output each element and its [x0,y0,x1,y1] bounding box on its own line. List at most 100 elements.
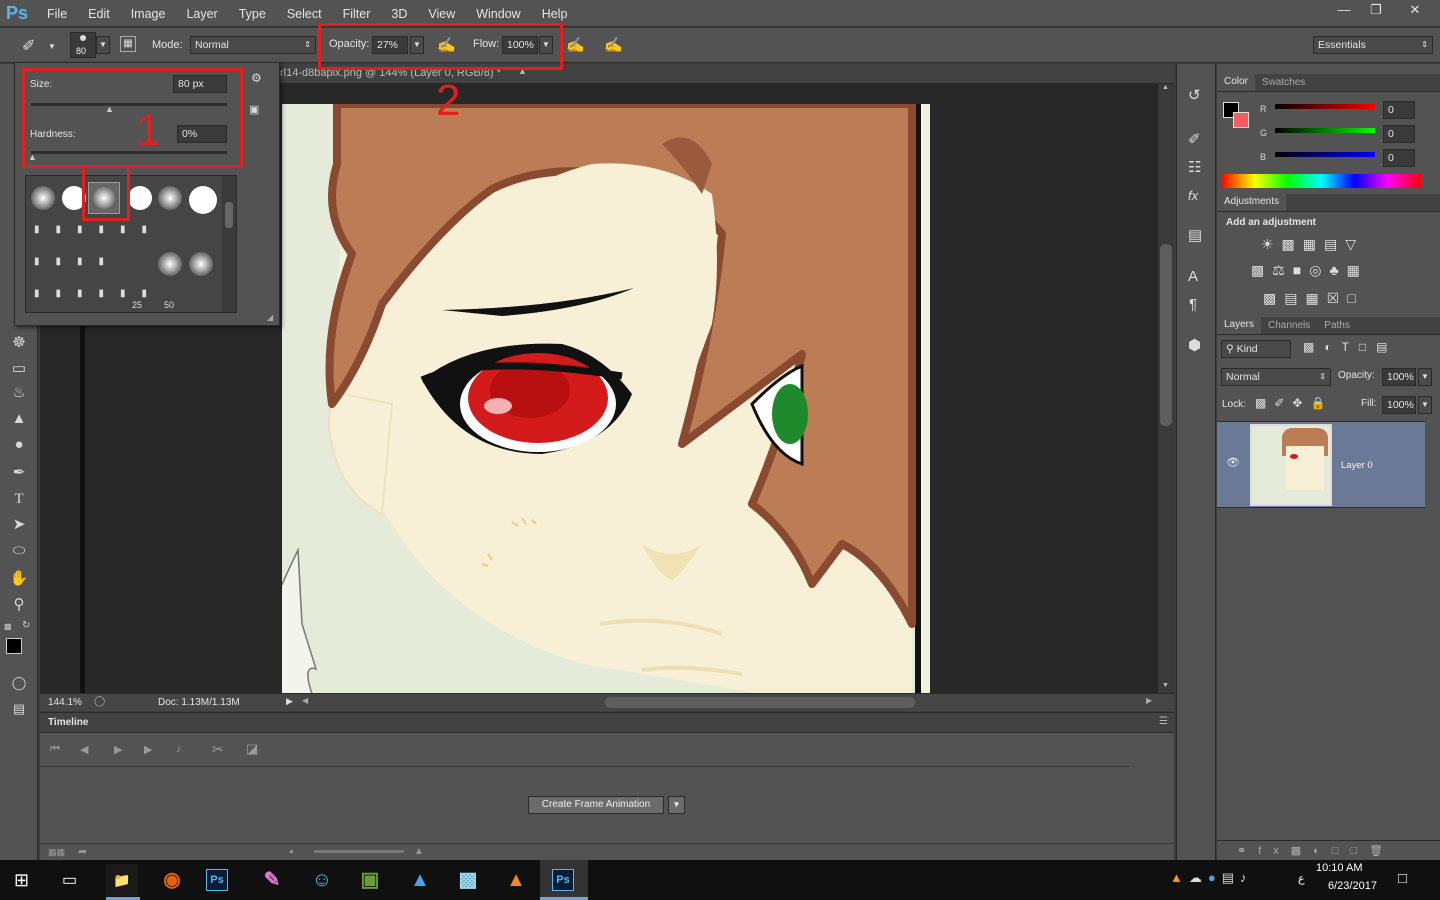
brush-tool-icon[interactable]: ✐ [22,36,35,56]
sharpen-tool-icon[interactable]: ▲ [8,408,30,430]
character-icon[interactable]: A [1188,268,1198,285]
menu-type[interactable]: Type [228,7,276,21]
brush-preset-arrow-icon[interactable]: ▼ [96,36,110,54]
convert-frames-icon[interactable]: ▦▦ [48,847,65,858]
restore-icon[interactable]: ❐ [1360,0,1392,20]
gear-icon[interactable]: ⚙ [251,71,262,85]
color-spectrum-ramp[interactable] [1221,174,1421,188]
brush-preset-picker[interactable]: 80 [70,32,96,58]
pressure-size-icon[interactable]: ✍ [604,36,623,54]
layer-footer-icons[interactable]: ⚭fx▩◐□□🗑 [1237,844,1395,857]
tray-icons[interactable]: ▲☁●▤♪ [1170,870,1253,886]
hard-round-brush-2[interactable] [128,186,152,210]
type-tool-icon[interactable]: T [8,488,30,510]
brush-panel-toggle-icon[interactable]: ▦ [120,36,136,52]
menu-file[interactable]: File [36,7,77,21]
vertical-scroll-thumb[interactable] [1160,244,1172,426]
previous-frame-icon[interactable]: ◀ [80,743,88,756]
zoom-in-timeline-icon[interactable]: ▲ [414,846,424,857]
eraser-tool-icon[interactable]: ▭ [8,358,30,380]
create-frame-animation-button[interactable]: Create Frame Animation [528,796,664,814]
animation-mode-dropdown-icon[interactable]: ▼ [668,796,685,814]
scroll-left-icon[interactable]: ◀ [302,696,308,705]
b-slider[interactable] [1275,152,1375,157]
brush-panel-icon[interactable]: ☷ [1188,158,1201,176]
background-swatch[interactable] [1233,112,1249,128]
task-view-icon[interactable]: ▭ [62,870,77,890]
visibility-eye-icon[interactable]: 👁 [1226,456,1240,469]
channels-tab[interactable]: Channels [1261,320,1317,334]
menu-3d[interactable]: 3D [380,7,417,21]
g-value[interactable]: 0 [1383,125,1415,143]
start-windows-icon[interactable]: ⊞ [14,870,29,891]
transition-icon[interactable]: ◪ [246,741,258,757]
adjustment-icons-row-2[interactable]: ▩⚖■◎♣▦ [1251,262,1368,279]
screen-mode-icon[interactable]: ▤ [8,698,30,720]
zoom-tool-icon[interactable]: ⚲ [8,594,30,616]
notifications-icon[interactable]: □ [1398,870,1407,887]
hand-tool-icon[interactable]: ✋ [8,568,30,590]
media-app-icon[interactable]: ▩ [452,864,484,896]
preset-scroll-thumb[interactable] [225,202,233,228]
lock-icons[interactable]: ▩✐✥🔒 [1255,396,1333,410]
swap-colors-icon[interactable]: ↻ [22,620,30,631]
app-blue-icon[interactable]: ▲ [404,864,436,896]
mode-dropdown[interactable]: Normal ⇕ [190,36,316,54]
layers-tab[interactable]: Layers [1217,317,1262,334]
audio-icon[interactable]: ♪ [176,743,182,755]
menu-window[interactable]: Window [465,7,530,21]
quick-mask-icon[interactable]: ◯ [8,672,30,694]
tool-preset-arrow-icon[interactable]: ▼ [48,42,56,51]
photoshop-active-task[interactable]: Ps [540,860,588,900]
soft-round-brush-2[interactable] [158,186,182,210]
timeline-zoom-slider[interactable] [314,850,404,853]
minecraft-icon[interactable]: ▣ [354,864,386,896]
resize-grip-icon[interactable]: ◢ [267,313,273,322]
vlc-icon[interactable]: ▲ [500,864,532,896]
menu-filter[interactable]: Filter [332,7,381,21]
brush-tip-row-2[interactable]: ▮▮▮▮▮▮ [34,224,163,235]
clock-date[interactable]: 6/23/2017 [1328,880,1377,892]
status-info-icon[interactable]: ◯ [94,696,105,707]
menu-view[interactable]: View [417,7,465,21]
next-frame-icon[interactable]: ▶ [144,743,152,756]
clock-time[interactable]: 10:10 AM [1316,862,1362,874]
paragraph-icon[interactable]: ¶ [1189,296,1197,313]
onion-skin-icon[interactable]: ➦ [78,845,87,858]
fill-arrow-icon[interactable]: ▼ [1418,396,1432,414]
split-scissors-icon[interactable]: ✂ [212,741,224,758]
minimize-icon[interactable]: — [1328,0,1360,20]
layer-row[interactable]: 👁 Layer 0 [1217,421,1425,508]
vertical-scrollbar[interactable]: ▲ ▼ [1158,84,1174,693]
b-value[interactable]: 0 [1383,149,1415,167]
scroll-down-icon[interactable]: ▼ [1162,682,1169,689]
tool-presets-icon[interactable]: ▤ [1188,226,1202,244]
adjustment-icons-row-3[interactable]: ▩▤▦☒□ [1263,290,1364,307]
g-slider[interactable] [1275,128,1375,133]
zoom-level-field[interactable]: 144.1% [48,697,82,708]
adjustment-icons-row-1[interactable]: ☀▩▦▤▽ [1261,236,1364,253]
close-icon[interactable]: ✕ [1392,0,1438,20]
paint-tool-icon[interactable]: ✎ [256,864,288,896]
layer-name[interactable]: Layer 0 [1341,460,1373,471]
sponge-tool-icon[interactable]: ● [8,434,30,456]
first-frame-icon[interactable]: ⏮ [50,743,60,756]
history-icon[interactable]: ↺ [1188,86,1201,104]
layer-opacity-arrow-icon[interactable]: ▼ [1418,368,1432,386]
canvas[interactable] [282,104,930,694]
layer-filter-icons[interactable]: ▩◐T□▤ [1303,340,1398,354]
scroll-right-icon[interactable]: ▶ [1146,696,1152,705]
soft-round-brush-4[interactable] [189,252,213,276]
blend-mode-dropdown[interactable]: Normal ⇕ [1221,368,1331,386]
menu-image[interactable]: Image [120,7,176,21]
adjustments-tab[interactable]: Adjustments [1217,194,1287,211]
workspace-dropdown[interactable]: Essentials ⇕ [1313,36,1433,54]
pen-tool-icon[interactable]: ✒ [8,462,30,484]
fill-field[interactable]: 100% [1382,396,1416,414]
menu-select[interactable]: Select [276,7,332,21]
horizontal-scroll-thumb[interactable] [605,697,915,708]
layer-kind-filter[interactable]: ⚲ Kind [1221,340,1291,358]
styles-fx-icon[interactable]: fx [1188,188,1198,203]
3d-icon[interactable]: ⬢ [1188,336,1201,354]
hard-round-brush-3[interactable] [189,186,217,214]
